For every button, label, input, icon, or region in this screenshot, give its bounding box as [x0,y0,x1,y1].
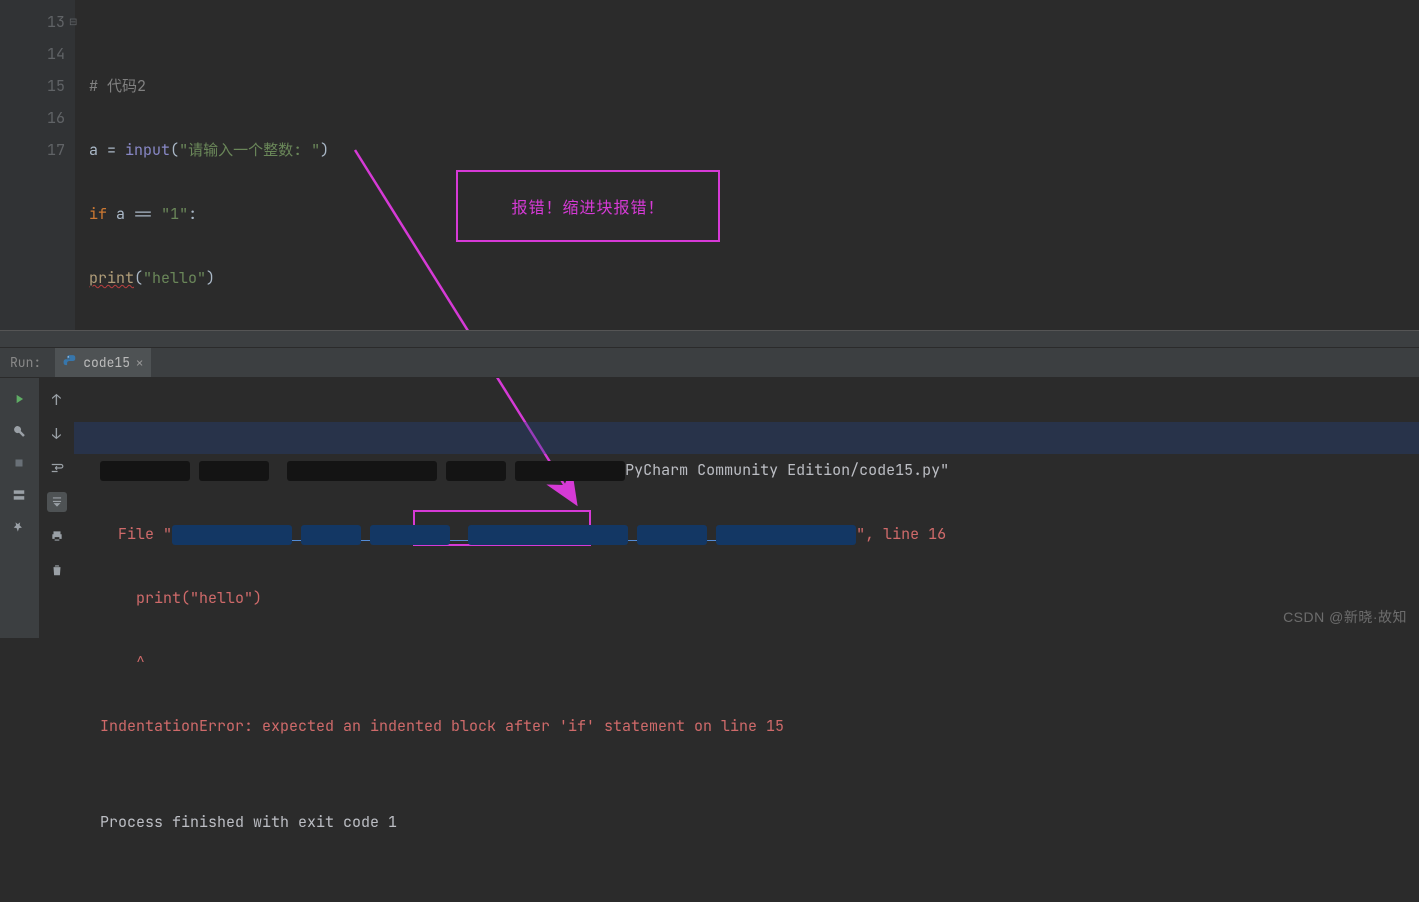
run-label: Run: [10,354,41,371]
builtin-token: input [125,140,170,160]
console-line: Process finished with exit code 1 [100,806,1419,838]
paren-token: ) [320,140,329,160]
line-number: 14 [0,38,65,70]
string-token: "1" [161,204,188,224]
path-suffix: PyCharm Community Edition/code15.py" [625,460,949,480]
code-line: print("hello") [89,262,329,294]
space [107,204,116,224]
close-icon[interactable]: ✕ [136,355,143,371]
run-body: ↑ ↓ PyCharm Community Edition/code15.py"… [0,378,1419,638]
redacted-segment [637,525,707,545]
console-line: File " ", line 16 [100,518,1419,550]
string-token: "hello" [143,268,206,288]
fold-icon[interactable]: ⊟ [69,6,79,16]
python-file-icon [63,354,77,372]
redacted-segment [716,525,856,545]
identifier-token: a [89,140,98,160]
line-number: 16 [0,102,65,134]
paren-token: ( [170,140,179,160]
stop-icon[interactable] [10,454,28,472]
error-text: IndentationError: expected an [100,716,370,736]
run-tab-label: code15 [83,354,130,371]
callout-text: 报错！缩进块报错！ [511,194,664,218]
down-arrow-icon[interactable]: ↓ [47,424,67,444]
line-number: 15 [0,70,65,102]
console-line: print("hello") [100,582,1419,614]
redacted-segment [446,461,506,481]
line-number: 13 [0,6,65,38]
error-text: ", line 16 [856,524,946,544]
run-tool-window: Run: code15 ✕ ↑ ↓ PyCh [0,348,1419,638]
identifier-token: a [116,204,125,224]
wrench-icon[interactable] [10,422,28,440]
rerun-icon[interactable] [10,390,28,408]
colon-token: : [188,204,197,224]
layout-icon[interactable] [10,486,28,504]
call-token: print [89,268,134,288]
annotation-callout: 报错！缩进块报错！ [456,170,720,242]
redacted-segment [370,525,450,545]
comment-token: # 代码2 [89,76,146,96]
redacted-segment [287,461,437,481]
console-output[interactable]: PyCharm Community Edition/code15.py" Fil… [74,378,1419,638]
line-number-gutter: 13 14 15 16 17 [0,0,75,330]
console-line: ^ [100,646,1419,678]
paren-token: ) [206,268,215,288]
code-editor[interactable]: 13 14 15 16 17 ⊟ # 代码2 a = input("请输入一个整… [0,0,1419,330]
error-text: File " [100,524,172,544]
trash-icon[interactable] [47,560,67,580]
paren-token: ( [134,268,143,288]
run-toolbar-secondary: ↑ ↓ [38,378,74,638]
redacted-segment [100,461,190,481]
console-line: IndentationError: expected an indented b… [100,710,1419,742]
redacted-segment [468,525,628,545]
code-content[interactable]: ⊟ # 代码2 a = input("请输入一个整数: ") if a == "… [75,0,329,330]
file-link[interactable] [172,524,856,544]
line-number: 17 [0,134,65,166]
run-toolbar-left [0,378,38,638]
run-header: Run: code15 ✕ [0,348,1419,378]
run-tab[interactable]: code15 ✕ [55,348,151,377]
redacted-segment [172,525,292,545]
string-token: "请输入一个整数: " [179,140,320,160]
panel-splitter[interactable] [0,330,1419,348]
pin-icon[interactable] [10,518,28,536]
error-text: after 'if' statement on line 15 [496,716,784,736]
soft-wrap-icon[interactable] [47,458,67,478]
error-highlight: indented block [370,716,496,736]
code-line: if a == "1": [89,198,329,230]
redacted-segment [515,461,625,481]
up-arrow-icon[interactable]: ↑ [47,390,67,410]
console-line: PyCharm Community Edition/code15.py" [100,454,1419,486]
code-line: a = input("请输入一个整数: ") [89,134,329,166]
operator-token: = [98,140,125,160]
keyword-token: if [89,204,107,224]
redacted-segment [301,525,361,545]
code-line: # 代码2 [89,70,329,102]
print-icon[interactable] [47,526,67,546]
operator-token: == [125,204,161,224]
redacted-segment [199,461,269,481]
scroll-to-end-icon[interactable] [47,492,67,512]
